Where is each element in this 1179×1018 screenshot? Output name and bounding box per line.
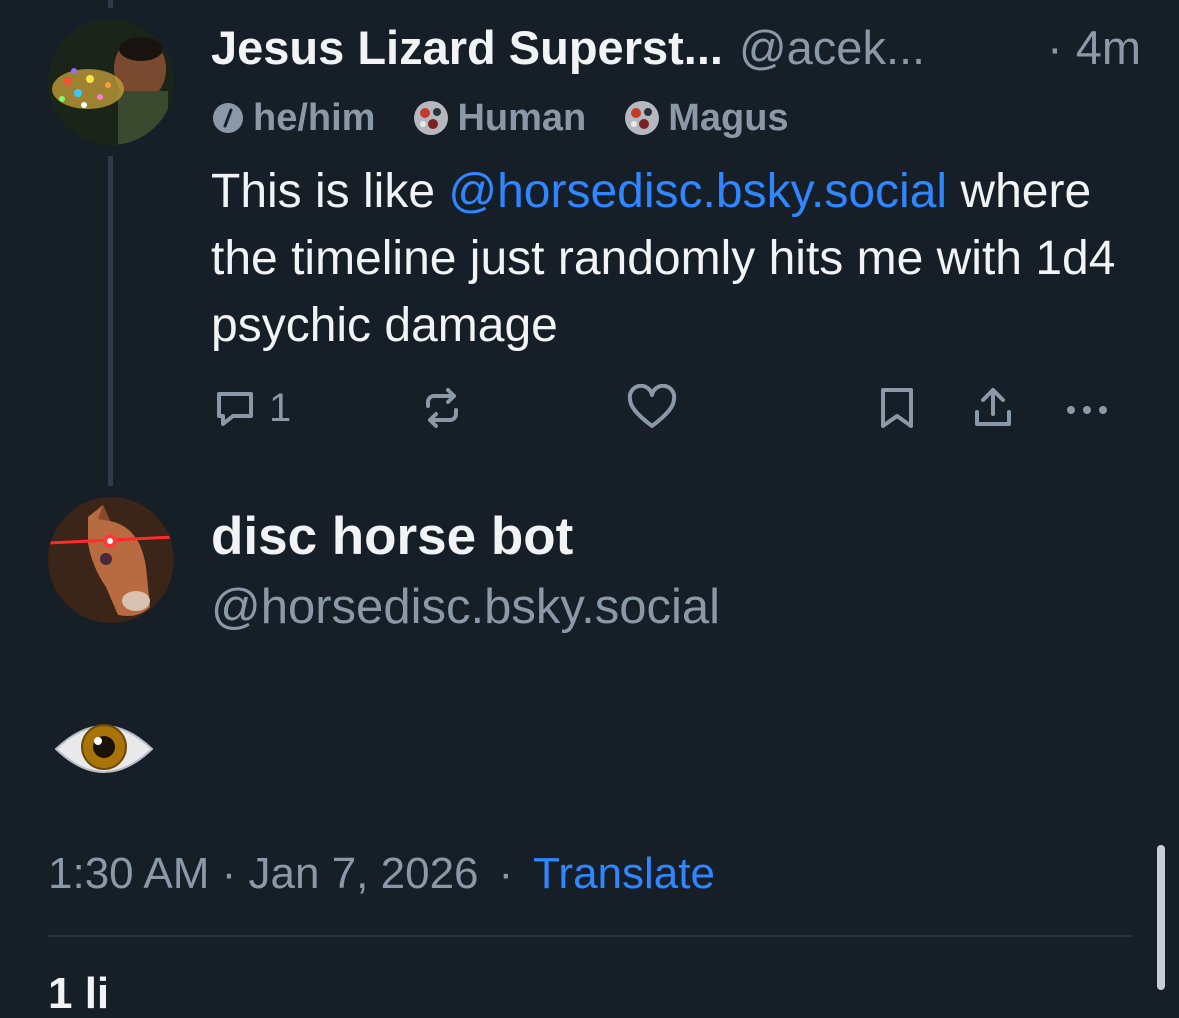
main-post-display-name[interactable]: disc horse bot: [211, 505, 573, 569]
likes-count-peek[interactable]: 1 li: [48, 972, 109, 1016]
repost-button[interactable]: [418, 380, 466, 436]
post-timestamp: 1:30 AM · Jan 7, 2026: [48, 849, 479, 898]
label-pronouns[interactable]: he/him: [211, 97, 375, 140]
post-meta: 1:30 AM · Jan 7, 2026 · Translate: [48, 846, 715, 902]
more-icon: [1067, 406, 1107, 414]
share-icon: [975, 388, 1011, 426]
repost-icon: [426, 388, 458, 428]
post-text-before: This is like: [211, 165, 449, 218]
reply-button[interactable]: 1: [211, 380, 291, 436]
thread-line: [108, 156, 113, 486]
like-button[interactable]: [626, 380, 678, 436]
label-magus[interactable]: Magus: [624, 96, 789, 140]
reply-count: 1: [269, 385, 292, 430]
share-button[interactable]: [969, 380, 1017, 436]
main-post-handle[interactable]: @horsedisc.bsky.social: [211, 576, 720, 638]
label-avatar-icon: [414, 101, 449, 135]
label-text: he/him: [253, 96, 376, 139]
parent-post-text: This is like @horsedisc.bsky.social wher…: [211, 158, 1141, 359]
label-avatar-icon: [625, 101, 660, 135]
label-text: Magus: [668, 96, 789, 139]
more-options-button[interactable]: [1063, 380, 1115, 436]
mention-link[interactable]: @horsedisc.bsky.social: [448, 165, 947, 218]
label-human[interactable]: Human: [413, 97, 586, 140]
meta-separator: ·: [498, 849, 514, 898]
parent-post-header: Jesus Lizard Superst... @acek... · 4m: [211, 18, 1141, 78]
post-actions: 1: [211, 380, 1131, 436]
parent-timestamp[interactable]: · 4m: [1047, 18, 1141, 78]
reply-icon: [217, 392, 253, 426]
divider: [48, 935, 1131, 937]
main-post-avatar[interactable]: [48, 497, 174, 623]
parent-handle[interactable]: @acek...: [739, 18, 925, 78]
label-text: Human: [457, 96, 587, 139]
scrollbar[interactable]: [1157, 845, 1165, 990]
parent-avatar[interactable]: [48, 19, 174, 145]
thread-line-top: [108, 0, 113, 8]
pronoun-icon: [213, 103, 243, 133]
parent-display-name[interactable]: Jesus Lizard Superst...: [211, 18, 723, 78]
translate-link[interactable]: Translate: [533, 849, 715, 899]
eye-emoji: [54, 724, 154, 773]
profile-labels: he/him Human Magus: [211, 96, 827, 140]
bookmark-icon: [881, 388, 913, 428]
bookmark-button[interactable]: [875, 380, 919, 436]
heart-icon: [627, 384, 677, 428]
